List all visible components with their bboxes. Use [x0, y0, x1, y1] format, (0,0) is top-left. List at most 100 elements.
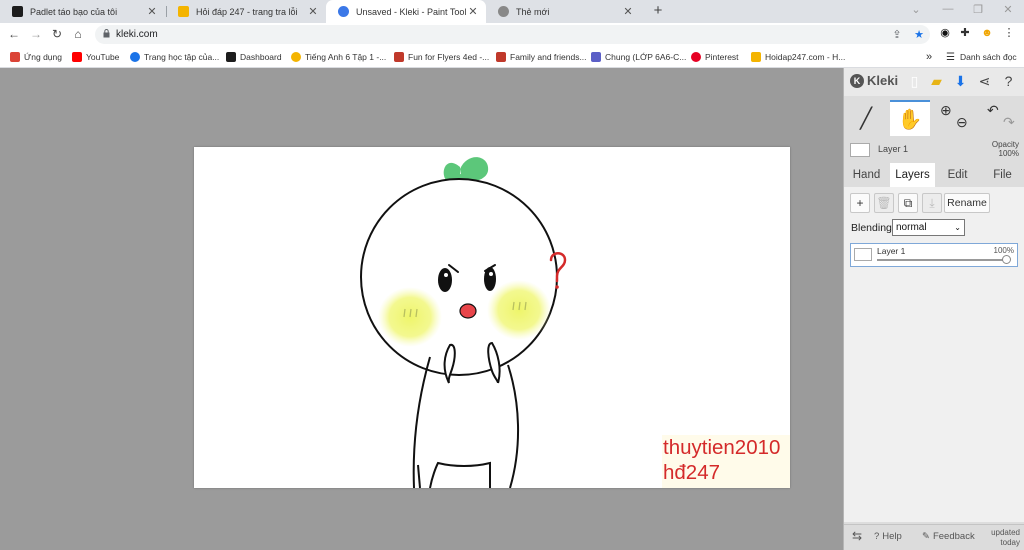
bookmark-label: Hoidap247.com - H... [765, 52, 846, 62]
layer-opacity-slider-track[interactable] [877, 259, 1009, 261]
star-icon[interactable]: ★ [912, 28, 926, 42]
tab-search-icon[interactable]: ⌄ [908, 3, 924, 16]
tab-file[interactable]: File [980, 163, 1024, 187]
chrome-favicon-icon [498, 6, 509, 17]
signature-line-1: thuytien2010 [663, 436, 781, 459]
head-outline [360, 178, 558, 376]
feedback-button[interactable]: ✎ Feedback [922, 531, 975, 542]
panel-footer: ⇆ ? Help ✎ Feedback updated today [844, 524, 1024, 550]
bookmark-hoidap247[interactable]: Hoidap247.com - H... [751, 50, 845, 64]
help-button[interactable]: ? Help [874, 531, 902, 542]
bookmark-tieng-anh[interactable]: Tiếng Anh 6 Tập 1 -... [291, 50, 386, 64]
hand-tool[interactable]: ✋ [890, 100, 930, 136]
minimize-icon[interactable]: — [940, 3, 956, 15]
download-icon[interactable]: ⬇ [952, 73, 969, 90]
drawing-canvas[interactable]: thuytien2010 hđ247 [194, 147, 790, 488]
layer-list-item[interactable]: Layer 1 100% [850, 243, 1018, 267]
menu-kebab-icon[interactable]: ⋮ [1002, 26, 1016, 40]
logo-text: Kleki [867, 73, 899, 88]
reload-icon[interactable]: ↻ [49, 26, 65, 42]
cloud-icon [130, 52, 140, 62]
tab-hoidap[interactable]: Hỏi đáp 247 - trang tra lỗi ✕ [166, 0, 326, 23]
tab-hand[interactable]: Hand [844, 163, 889, 187]
tab-edit[interactable]: Edit [935, 163, 980, 187]
bookmark-teams[interactable]: Chung (LỚP 6A6-C... [591, 50, 686, 64]
updated-note[interactable]: updated today [990, 528, 1020, 548]
new-image-icon[interactable]: ▯ [906, 73, 923, 90]
tab-layers[interactable]: Layers [890, 163, 935, 187]
dashboard-icon [226, 52, 236, 62]
swap-panel-icon[interactable]: ⇆ [852, 529, 862, 543]
new-tab-button[interactable]: + [650, 3, 666, 19]
browser-toolbar: ← → ↻ ⌂ kleki.com ⇪ ★ ◉ ✚ ☻ ⋮ [0, 23, 1024, 46]
opacity-label: Opacity [991, 140, 1019, 149]
profile-avatar-icon[interactable]: ☻ [980, 26, 994, 40]
kleki-logo[interactable]: K Kleki [850, 73, 898, 88]
close-icon[interactable]: ✕ [466, 5, 480, 18]
bookmark-dashboard[interactable]: Dashboard [226, 50, 282, 64]
layer-opacity-slider-handle[interactable] [1002, 255, 1011, 264]
open-folder-icon[interactable]: ▰ [928, 73, 945, 90]
bookmark-label: Trang học tập của... [144, 52, 220, 62]
share-icon[interactable]: ⋖ [976, 73, 993, 90]
bookmark-label: Pinterest [705, 52, 739, 62]
tab-padlet[interactable]: Padlet táo bạo của tôi ✕ [0, 0, 165, 23]
zoom-in-icon[interactable]: ⊕ [940, 102, 952, 119]
undo-icon[interactable]: ↶ [987, 102, 999, 119]
bookmark-youtube[interactable]: YouTube [72, 50, 119, 64]
close-icon[interactable]: ✕ [306, 5, 320, 18]
chevron-down-icon: ⌄ [954, 223, 961, 232]
layer-preview-row: Layer 1 Opacity 100% [844, 140, 1024, 162]
layer-name: Layer 1 [877, 246, 906, 256]
reading-list-button[interactable]: ☰ Danh sách đọc [946, 50, 1017, 64]
address-bar[interactable]: kleki.com ⇪ ★ [95, 25, 930, 44]
brush-tool[interactable]: ╱ [846, 100, 886, 136]
help-circle-icon: ? [874, 531, 880, 542]
hoidap-favicon-icon [178, 6, 189, 17]
add-layer-button[interactable]: + [850, 193, 870, 213]
bookmark-pinterest[interactable]: Pinterest [691, 50, 739, 64]
bookmark-label: Chung (LỚP 6A6-C... [605, 52, 687, 62]
rename-layer-button[interactable]: Rename [944, 193, 990, 213]
merge-down-button[interactable]: ⤓ [922, 193, 942, 213]
forward-arrow-icon[interactable]: → [28, 26, 44, 42]
zoom-out-icon[interactable]: ⊖ [956, 114, 968, 131]
back-arrow-icon[interactable]: ← [6, 26, 22, 42]
close-icon[interactable]: ✕ [621, 5, 635, 18]
workspace[interactable]: thuytien2010 hđ247 [0, 68, 843, 550]
help-label: Help [882, 531, 902, 542]
bookmark-family-friends[interactable]: Family and friends... [496, 50, 587, 64]
close-icon[interactable]: ✕ [145, 5, 159, 18]
tab-new[interactable]: Thẻ mới ✕ [486, 0, 641, 23]
restore-icon[interactable]: ❐ [970, 3, 986, 16]
apps-grid-icon [10, 52, 20, 62]
layer-preview-thumbnail[interactable] [850, 143, 870, 157]
tab-label: Unsaved - Kleki - Paint Tool [356, 6, 466, 17]
tab-label: Thẻ mới [516, 6, 550, 17]
home-icon[interactable]: ⌂ [70, 26, 86, 42]
updated-line-2: today [1000, 538, 1020, 547]
layers-panel: + 🗑 ⧉ ⤓ Rename Blending normal ⌄ Layer 1… [844, 187, 1024, 522]
redo-icon[interactable]: ↷ [1003, 114, 1015, 131]
delete-layer-button[interactable]: 🗑 [874, 193, 894, 213]
blending-select[interactable]: normal ⌄ [892, 219, 965, 236]
url-text: kleki.com [116, 29, 158, 40]
bookmarks-overflow-button[interactable]: » [926, 50, 932, 64]
help-circle-icon[interactable]: ? [1000, 73, 1017, 90]
duplicate-layer-button[interactable]: ⧉ [898, 193, 918, 213]
puzzle-icon[interactable]: ✚ [958, 26, 972, 40]
canvas-signature-text: thuytien2010 hđ247 [662, 435, 790, 488]
bookmark-flyers[interactable]: Fun for Flyers 4ed -... [394, 50, 489, 64]
kleki-logo-icon: K [850, 73, 864, 88]
zoom-controls: ⊕ ⊖ [936, 100, 976, 136]
padlet-favicon-icon [12, 6, 23, 17]
close-window-icon[interactable]: ✕ [1000, 3, 1016, 16]
tab-kleki[interactable]: Unsaved - Kleki - Paint Tool ✕ [326, 0, 486, 23]
mouth [459, 303, 477, 319]
browser-tab-strip: Padlet táo bạo của tôi ✕ Hỏi đáp 247 - t… [0, 0, 1024, 23]
extension-icon[interactable]: ◉ [938, 26, 952, 40]
bookmark-apps[interactable]: Ứng dụng [10, 50, 62, 64]
brush-icon: ╱ [859, 107, 873, 130]
share-icon[interactable]: ⇪ [890, 28, 904, 42]
bookmark-onedrive[interactable]: Trang học tập của... [130, 50, 219, 64]
